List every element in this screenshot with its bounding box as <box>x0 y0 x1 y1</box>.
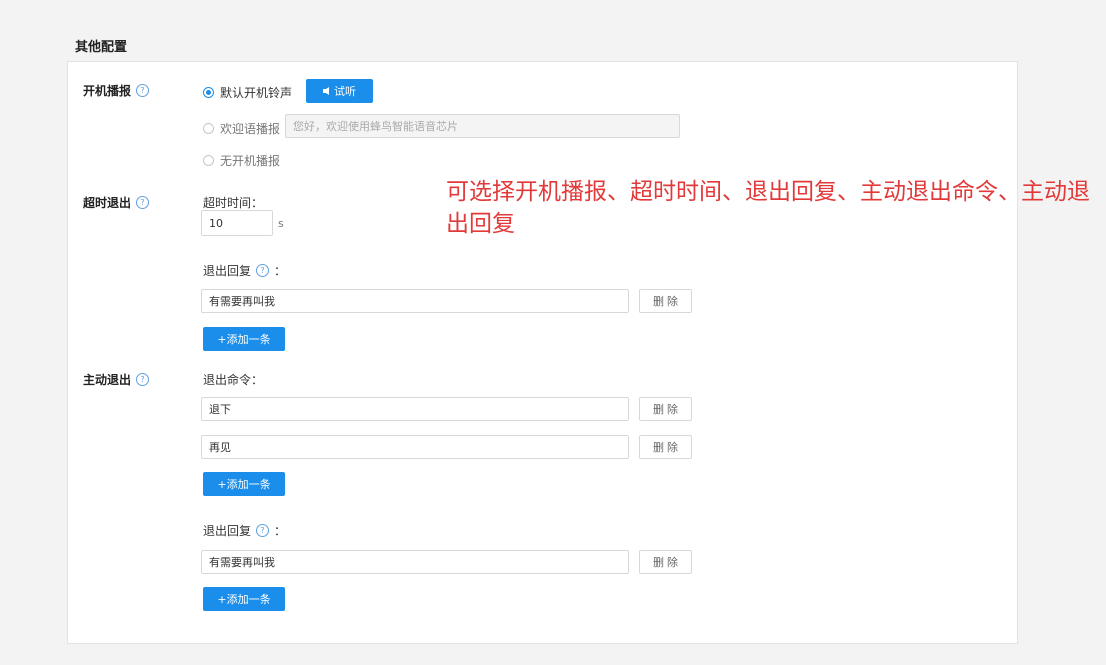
active-reply-label: 退出回复 <box>203 524 252 538</box>
radio-option-default-ringtone[interactable]: 默认开机铃声 <box>203 84 292 101</box>
question-circle-icon[interactable]: ? <box>136 84 150 97</box>
timeout-input[interactable]: 10 <box>201 210 273 236</box>
active-reply-colon: ： <box>274 524 287 538</box>
timeout-reply-colon: ： <box>274 264 287 278</box>
listen-button-label: 试听 <box>334 85 356 98</box>
section-title: 其他配置 <box>75 40 128 55</box>
timeout-unit: s <box>278 217 284 230</box>
timeout-exit-label-group: 超时退出 ? <box>83 194 150 211</box>
annotation-text: 可选择开机播报、超时时间、退出回复、主动退出命令、主动退出回复 <box>446 179 1090 237</box>
delete-button[interactable]: 删除 <box>639 435 692 459</box>
exit-command-input[interactable]: 退下 <box>201 397 629 421</box>
timeout-label: 超时时间： <box>203 196 264 210</box>
add-button-label: +添加一条 <box>217 333 271 346</box>
add-button-label: +添加一条 <box>217 593 271 606</box>
question-circle-icon[interactable]: ? <box>256 264 270 277</box>
add-button-label: +添加一条 <box>217 478 271 491</box>
radio-option-label: 无开机播报 <box>220 154 281 168</box>
boot-broadcast-label: 开机播报 <box>83 84 132 98</box>
delete-button[interactable]: 删除 <box>639 289 692 313</box>
exit-command-input[interactable]: 再见 <box>201 435 629 459</box>
delete-button-label: 删除 <box>653 403 681 416</box>
exit-command-label: 退出命令： <box>203 373 264 387</box>
timeout-reply-input[interactable]: 有需要再叫我 <box>201 289 629 313</box>
page: 其他配置 开机播报 ? 默认开机铃声 试听 欢迎语播报 您好，欢迎使用蜂鸟智能语… <box>0 0 1106 665</box>
timeout-reply-label: 退出回复 <box>203 264 252 278</box>
welcome-text-input[interactable]: 您好，欢迎使用蜂鸟智能语音芯片 <box>285 114 680 138</box>
timeout-exit-label: 超时退出 <box>83 196 132 210</box>
exit-command-value: 退下 <box>209 403 231 416</box>
radio-button[interactable] <box>203 87 214 98</box>
radio-button[interactable] <box>203 123 214 134</box>
radio-option-welcome[interactable]: 欢迎语播报 <box>203 120 280 137</box>
question-circle-icon[interactable]: ? <box>136 373 150 386</box>
radio-option-label: 默认开机铃声 <box>220 86 293 100</box>
delete-button-label: 删除 <box>653 295 681 308</box>
question-circle-icon[interactable]: ? <box>256 524 270 537</box>
add-command-button[interactable]: +添加一条 <box>203 472 285 496</box>
radio-option-label: 欢迎语播报 <box>220 122 281 136</box>
listen-button[interactable]: 试听 <box>306 79 373 103</box>
delete-button-label: 删除 <box>653 556 681 569</box>
exit-command-value: 再见 <box>209 441 231 454</box>
timeout-reply-value: 有需要再叫我 <box>209 295 275 308</box>
delete-button[interactable]: 删除 <box>639 397 692 421</box>
timeout-value: 10 <box>209 216 223 230</box>
active-reply-value: 有需要再叫我 <box>209 556 275 569</box>
radio-button[interactable] <box>203 155 214 166</box>
delete-button[interactable]: 删除 <box>639 550 692 574</box>
delete-button-label: 删除 <box>653 441 681 454</box>
active-exit-label-group: 主动退出 ? <box>83 371 150 388</box>
question-circle-icon[interactable]: ? <box>136 196 150 209</box>
add-reply-button[interactable]: +添加一条 <box>203 327 285 351</box>
active-exit-label: 主动退出 <box>83 373 132 387</box>
active-reply-input[interactable]: 有需要再叫我 <box>201 550 629 574</box>
radio-option-none[interactable]: 无开机播报 <box>203 152 280 169</box>
boot-broadcast-label-group: 开机播报 ? <box>83 82 150 99</box>
timeout-reply-label-group: 退出回复 ? ： <box>203 262 286 279</box>
add-reply-button[interactable]: +添加一条 <box>203 587 285 611</box>
active-reply-label-group: 退出回复 ? ： <box>203 522 286 539</box>
speaker-icon <box>323 87 329 95</box>
welcome-placeholder: 您好，欢迎使用蜂鸟智能语音芯片 <box>293 120 458 133</box>
